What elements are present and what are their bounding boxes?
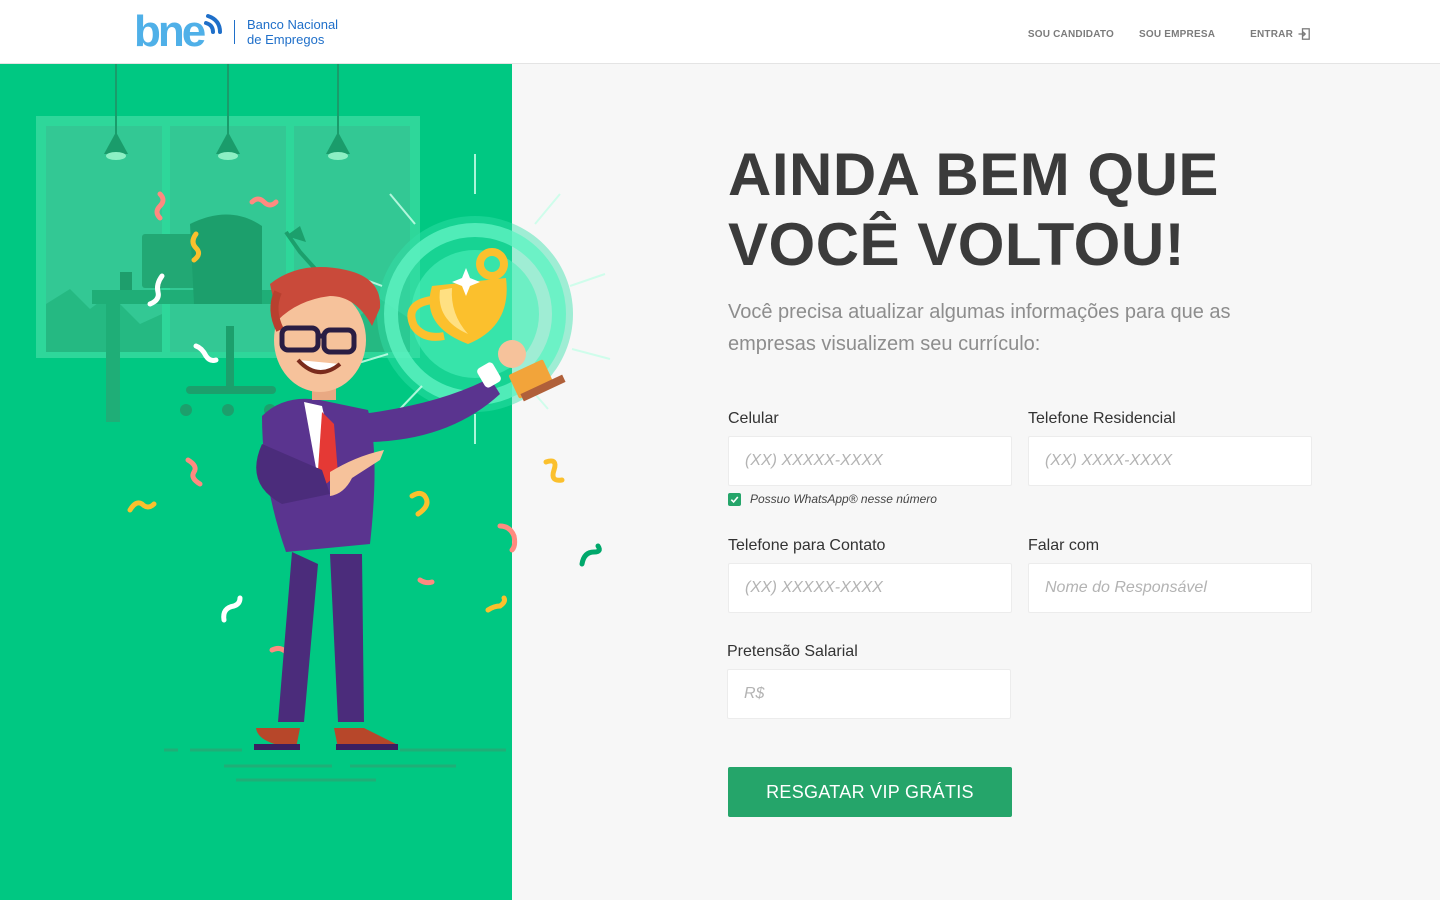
check-icon [730,495,739,503]
telefone-contato-input[interactable] [728,563,1012,613]
resgatar-vip-button[interactable]: RESGATAR VIP GRÁTIS [728,767,1012,817]
nav-sou-empresa[interactable]: SOU EMPRESA [1139,29,1215,40]
falar-com-label: Falar com [1028,537,1100,554]
nav-sou-candidato[interactable]: SOU CANDIDATO [1028,29,1114,40]
bne-logo[interactable]: bne Banco Nacional de Empregos [134,7,338,56]
nav-entrar-label: ENTRAR [1250,28,1293,40]
whatsapp-option[interactable]: Possuo WhatsApp® nesse número [728,492,937,506]
page-title: AINDA BEM QUE VOCÊ VOLTOU! [728,141,1219,278]
top-nav: SOU CANDIDATO SOU EMPRESA ENTRAR [1028,28,1310,40]
hero-illustration-panel [0,64,512,900]
pretensao-salarial-input[interactable] [727,669,1011,719]
celular-label: Celular [728,410,779,427]
telefone-residencial-label: Telefone Residencial [1028,410,1176,427]
falar-com-input[interactable] [1028,563,1312,613]
pretensao-salarial-label: Pretensão Salarial [727,643,858,660]
login-arrow-icon [1298,28,1310,40]
nav-entrar[interactable]: ENTRAR [1250,28,1310,40]
logo-separator [234,20,235,44]
logo-wordmark: bne [134,12,205,52]
telefone-residencial-input[interactable] [1028,436,1312,486]
whatsapp-checkbox-label: Possuo WhatsApp® nesse número [750,492,937,506]
telefone-contato-label: Telefone para Contato [728,537,886,554]
logo-mark: bne [134,7,226,56]
page-subtitle: Você precisa atualizar algumas informaçõ… [728,301,1231,355]
logo-name-line2: de Empregos [247,32,325,47]
logo-name-line1: Banco Nacional [247,17,339,32]
logo-name: Banco Nacional de Empregos [247,17,338,47]
whatsapp-checkbox[interactable] [728,492,741,506]
top-header: bne Banco Nacional de Empregos SOU CANDI… [0,0,1440,64]
celular-input[interactable] [728,436,1012,486]
